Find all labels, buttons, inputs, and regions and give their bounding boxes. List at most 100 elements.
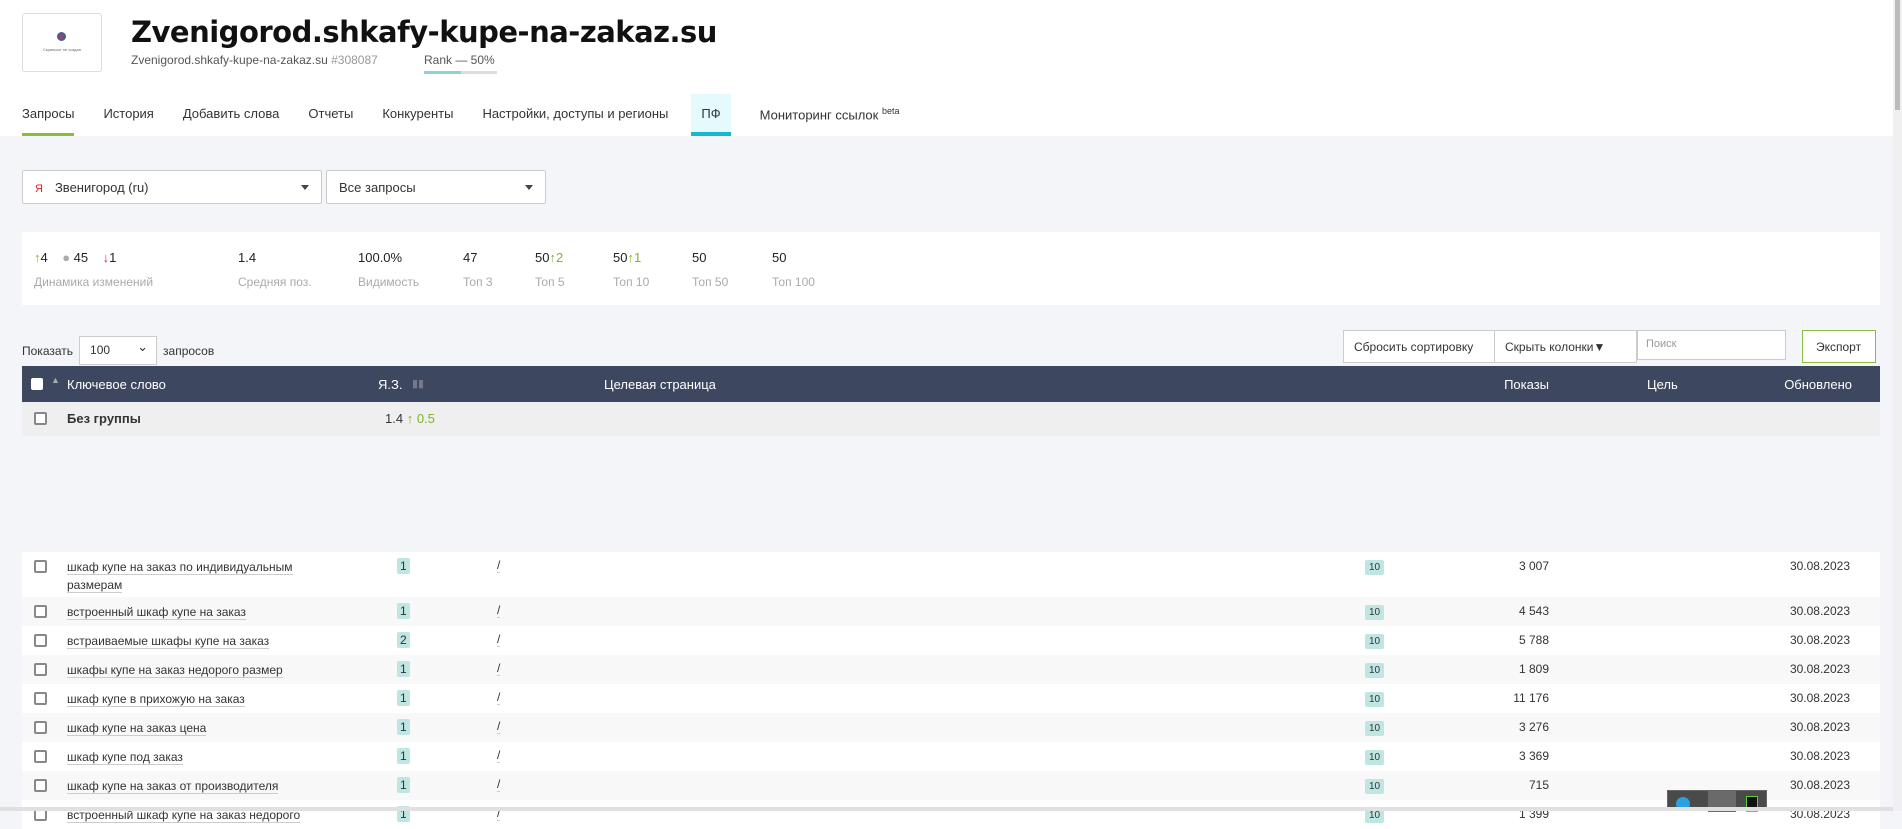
stat-value: 47 [463,250,478,265]
col-keyword[interactable]: Ключевое слово [67,377,166,392]
keyword-link[interactable]: шкаф купе на заказ от производителя [67,779,279,794]
main-tabs: Запросы История Добавить слова Отчеты Ко… [22,94,929,136]
position-badge: 1 [397,719,410,735]
tab-settings[interactable]: Настройки, доступы и регионы [482,94,668,136]
tab-pf[interactable]: ПФ [691,94,731,136]
group-pos: 1.4 [385,411,404,426]
table-row: шкафы купе на заказ недорого размер 1 / … [22,655,1880,684]
target-page-link[interactable]: / [497,558,501,573]
position-badge: 2 [397,632,410,648]
horizontal-scrollbar[interactable] [0,807,1902,811]
keyword-link[interactable]: шкаф купе в прихожую на заказ [67,692,245,707]
col-shows[interactable]: Показы [1504,377,1549,392]
table-header: ▲ Ключевое слово Я.З. ▮▮ Целевая страниц… [22,366,1880,402]
arrow-up-icon: ↑ [406,411,414,426]
tab-history[interactable]: История [103,94,153,136]
stat-label: Топ 10 [613,275,650,289]
updated-date: 30.08.2023 [1789,559,1850,573]
hide-columns-button[interactable]: Скрыть колонки▼ [1494,330,1637,363]
export-button[interactable]: Экспорт [1802,330,1876,363]
page-size-select[interactable]: 100 [79,336,158,365]
keyword-cell: шкаф купе на заказ цена [67,719,327,737]
stat-top50: 50 Топ 50 [692,250,728,289]
search-input[interactable]: Поиск [1637,330,1786,360]
row-checkbox[interactable] [34,663,47,676]
shows-value: 3 369 [1518,749,1549,763]
project-domain: Zvenigorod.shkafy-kupe-na-zakaz.su #3080… [131,53,378,67]
tab-competitors[interactable]: Конкуренты [382,94,453,136]
reset-sort-button[interactable]: Сбросить сортировку [1343,330,1495,363]
goal-badge: 10 [1365,779,1385,794]
keyword-link[interactable]: встраиваемые шкафы купе на заказ [67,634,270,649]
updated-date: 30.08.2023 [1789,778,1850,792]
target-page-link[interactable]: / [497,777,501,792]
target-page-link[interactable]: / [497,719,501,734]
stat-avg-pos: 1.4 Средняя поз. [238,250,312,289]
target-page-link[interactable]: / [497,661,501,676]
chart-icon[interactable]: ▮▮ [412,377,424,390]
row-checkbox[interactable] [34,634,47,647]
select-all-checkbox[interactable] [31,378,43,390]
vertical-scrollbar[interactable] [1893,0,1902,811]
row-checkbox[interactable] [34,750,47,763]
tab-add-words[interactable]: Добавить слова [183,94,280,136]
stat-top5: 50↑2 Топ 5 [535,250,565,289]
thumbnail-caption: Скриншот не создан [43,47,81,52]
goal-badge: 10 [1365,663,1385,678]
keyword-link[interactable]: встроенный шкаф купе на заказ [67,605,246,620]
keyword-link[interactable]: шкаф купе на заказ по индивидуальным раз… [67,560,293,593]
row-checkbox[interactable] [34,779,47,792]
stat-value: 50 [692,250,707,265]
stat-value: 1.4 [238,250,257,265]
chevron-down-icon [301,185,309,190]
col-updated[interactable]: Обновлено [1784,377,1852,392]
stat-value: 50 [613,250,628,265]
row-checkbox[interactable] [34,721,47,734]
col-page[interactable]: Целевая страница [604,377,716,392]
project-id: #308087 [331,53,378,67]
beta-badge: beta [881,106,900,116]
goal-badge: 10 [1365,634,1385,649]
query-filter-value: Все запросы [339,180,416,195]
keyword-cell: шкаф купе на заказ по индивидуальным раз… [67,558,327,594]
tab-link-monitoring[interactable]: Мониторинг ссылок beta [760,94,900,136]
stat-dynamics: ↑4 ● 45 ↓1 Динамика изменений [34,250,153,289]
goal-badge: 10 [1365,560,1385,575]
target-page-link[interactable]: / [497,603,501,618]
keyword-link[interactable]: шкаф купе под заказ [67,750,183,765]
rank-progress [424,71,497,74]
target-page-link[interactable]: / [497,748,501,763]
updated-date: 30.08.2023 [1789,691,1850,705]
row-checkbox[interactable] [34,560,47,573]
rank-label: Rank — 50% [424,53,495,67]
shows-value: 4 543 [1518,604,1549,618]
col-goal[interactable]: Цель [1647,377,1678,392]
keyword-link[interactable]: шкафы купе на заказ недорого размер [67,663,283,678]
yandex-icon: Я [35,183,43,195]
shows-value: 3 276 [1518,720,1549,734]
stat-label: Видимость [358,275,420,289]
col-yz[interactable]: Я.З. [378,377,402,392]
updated-date: 30.08.2023 [1789,604,1850,618]
scrollbar-thumb[interactable] [1895,0,1900,110]
tab-queries[interactable]: Запросы [22,94,75,136]
table-row: встраиваемые шкафы купе на заказ 2 / 5 7… [22,626,1880,655]
target-page-link[interactable]: / [497,632,501,647]
row-checkbox[interactable] [34,692,47,705]
rank-progress-fill [424,71,461,74]
target-page-link[interactable]: / [497,690,501,705]
group-row: Без группы 1.4 ↑ 0.5 [22,402,1880,436]
tab-reports[interactable]: Отчеты [308,94,353,136]
row-checkbox[interactable] [34,605,47,618]
sort-asc-icon[interactable]: ▲ [51,375,60,385]
site-thumbnail[interactable]: Скриншот не создан [22,13,102,72]
group-checkbox[interactable] [34,412,47,425]
keyword-cell: встроенный шкаф купе на заказ [67,603,327,621]
query-filter-select[interactable]: Все запросы [326,170,546,204]
stat-label: Топ 50 [692,275,729,289]
region-select[interactable]: Я Звенигород (ru) [22,170,322,204]
table-row: шкаф купе на заказ цена 1 / 3 276 10 30.… [22,713,1880,742]
position-badge: 1 [397,690,410,706]
keyword-link[interactable]: шкаф купе на заказ цена [67,721,207,736]
stat-top10: 50↑1 Топ 10 [613,250,649,289]
